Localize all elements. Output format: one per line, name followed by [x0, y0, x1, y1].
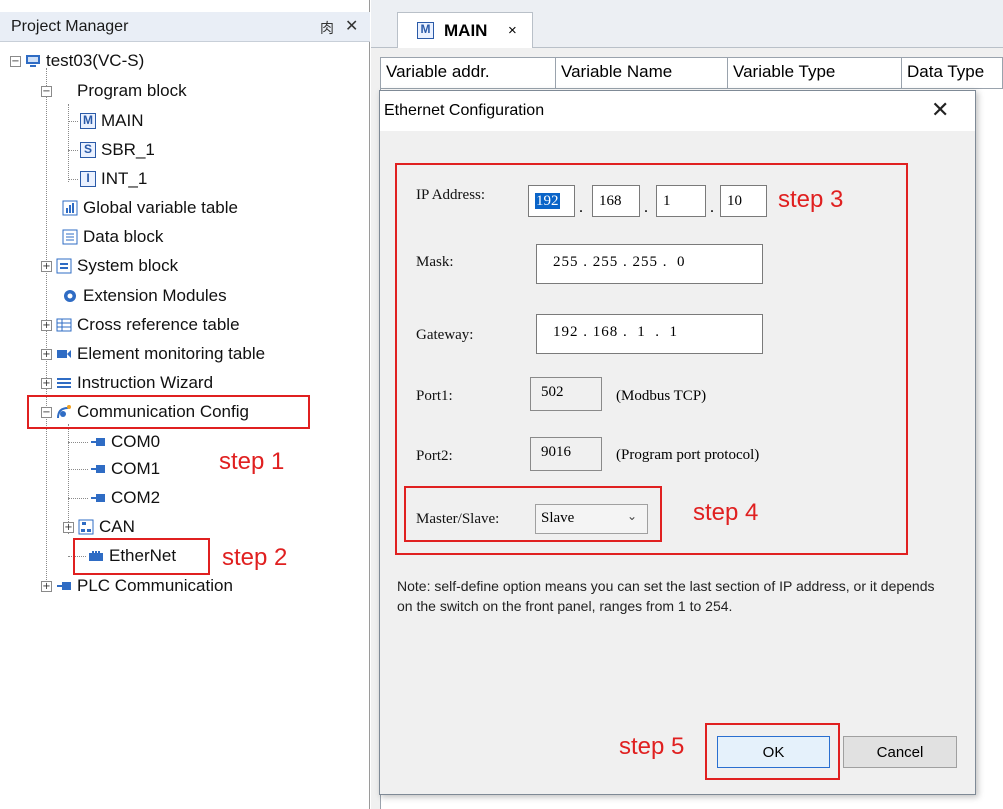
tree-item-label: CAN [99, 517, 135, 536]
tree-item-instruction-wizard[interactable]: + Instruction Wizard [41, 370, 213, 396]
tree-line [68, 469, 88, 470]
dialog-title: Ethernet Configuration [384, 102, 545, 119]
variable-table-header: Variable addr. Variable Name Variable Ty… [380, 57, 1003, 89]
tree-item-label: INT_1 [101, 169, 148, 188]
main-program-icon: M [80, 113, 96, 129]
tree-item-label: System block [77, 256, 179, 275]
tree-item-label: COM2 [111, 488, 161, 507]
tree-item-label: Cross reference table [77, 315, 240, 334]
computer-icon [25, 53, 41, 69]
subroutine-icon: S [80, 142, 96, 158]
project-manager-panel: Project Manager ⾁ ✕ − test03(VC-S) − Pro… [0, 0, 370, 809]
main-program-icon: M [417, 22, 434, 39]
program-block-icon [56, 83, 72, 99]
tree-line [68, 179, 78, 180]
tree-item-label: MAIN [101, 111, 144, 130]
tree-item-label: Data block [83, 227, 164, 246]
tab-label: MAIN [444, 21, 488, 40]
network-nodes-icon [78, 519, 94, 535]
tree-item-com1[interactable]: COM1 [90, 456, 160, 482]
tab-main[interactable]: M MAIN × [397, 12, 533, 48]
serial-plug-icon [90, 461, 106, 477]
tree-item-com2[interactable]: COM2 [90, 485, 160, 511]
tab-close-icon[interactable]: × [508, 22, 517, 39]
column-header[interactable]: Variable Type [728, 58, 902, 88]
annotation-box-step4 [404, 486, 662, 542]
tree-item-label: COM0 [111, 432, 161, 451]
tab-strip: M MAIN × [371, 0, 1003, 48]
tree-line [68, 121, 78, 122]
annotation-step5: step 5 [619, 733, 685, 760]
project-manager-header: Project Manager ⾁ ✕ [0, 12, 370, 42]
cancel-button[interactable]: Cancel [843, 736, 957, 768]
tree-item-main[interactable]: M MAIN [80, 108, 144, 134]
monitor-camera-icon [56, 346, 72, 362]
list-lines-icon [56, 375, 72, 391]
interrupt-icon: I [80, 171, 96, 187]
serial-plug-icon [56, 578, 72, 594]
expand-icon[interactable]: + [41, 319, 52, 331]
annotation-box-step5 [705, 723, 840, 780]
close-icon[interactable]: ✕ [931, 97, 949, 123]
gear-icon [62, 288, 78, 304]
tree-item-label: Program block [77, 81, 187, 100]
annotation-step4: step 4 [693, 499, 759, 526]
pin-icon[interactable]: ⾁ [320, 18, 334, 38]
expand-icon[interactable]: + [41, 580, 52, 592]
note-text: Note: self-define option means you can s… [397, 578, 935, 614]
tree-line [68, 442, 88, 443]
grid-table-icon [56, 317, 72, 333]
tree-item-com0[interactable]: COM0 [90, 429, 160, 455]
serial-plug-icon [90, 434, 106, 450]
expand-icon[interactable]: + [41, 377, 52, 389]
column-header[interactable]: Data Type [902, 58, 1002, 88]
dialog-titlebar: Ethernet Configuration ✕ [380, 91, 975, 131]
tree-item-int[interactable]: I INT_1 [80, 166, 147, 192]
tree-item-label: Extension Modules [83, 286, 227, 305]
tree-item-label: Element monitoring table [77, 344, 266, 363]
tree-item-can[interactable]: + CAN [63, 514, 135, 540]
tree-item-extension-modules[interactable]: Extension Modules [62, 283, 227, 309]
annotation-box-step1 [27, 395, 310, 429]
tree-line [68, 498, 88, 499]
tree-item-label: test03(VC-S) [46, 51, 145, 70]
ethernet-configuration-dialog: Ethernet Configuration ✕ IP Address: 192… [379, 90, 976, 795]
serial-plug-icon [90, 490, 106, 506]
tree-item-data-block[interactable]: Data block [62, 224, 163, 250]
expand-icon[interactable]: + [63, 521, 74, 533]
tree-item-global-variable-table[interactable]: Global variable table [62, 195, 238, 221]
tree-item-program-block[interactable]: − Program block [41, 78, 187, 104]
close-icon[interactable]: ✕ [345, 16, 358, 36]
tree-item-label: Global variable table [83, 198, 238, 217]
annotation-step3: step 3 [778, 186, 844, 213]
data-block-icon [62, 229, 78, 245]
expand-icon[interactable]: + [41, 260, 52, 272]
collapse-icon[interactable]: − [41, 85, 52, 97]
tree-item-system-block[interactable]: + System block [41, 253, 178, 279]
tree-item-sbr[interactable]: S SBR_1 [80, 137, 155, 163]
annotation-step2: step 2 [222, 544, 288, 571]
tree-item-element-monitoring-table[interactable]: + Element monitoring table [41, 341, 265, 367]
system-block-icon [56, 258, 72, 274]
tree-item-root[interactable]: − test03(VC-S) [10, 48, 144, 74]
project-manager-title: Project Manager [11, 18, 129, 35]
tree-item-plc-communication[interactable]: + PLC Communication [41, 573, 233, 599]
tree-item-label: COM1 [111, 459, 161, 478]
table-chart-icon [62, 200, 78, 216]
tree-item-label: Instruction Wizard [77, 373, 214, 392]
tree-line [68, 150, 78, 151]
tree-item-label: PLC Communication [77, 576, 233, 595]
column-header[interactable]: Variable Name [556, 58, 728, 88]
tree-item-cross-reference-table[interactable]: + Cross reference table [41, 312, 240, 338]
annotation-step1: step 1 [219, 448, 285, 475]
column-header[interactable]: Variable addr. [381, 58, 556, 88]
tree-item-label: SBR_1 [101, 140, 155, 159]
expand-icon[interactable]: + [41, 348, 52, 360]
collapse-icon[interactable]: − [10, 55, 21, 67]
annotation-box-step2 [73, 538, 210, 575]
tree-line [68, 104, 69, 182]
